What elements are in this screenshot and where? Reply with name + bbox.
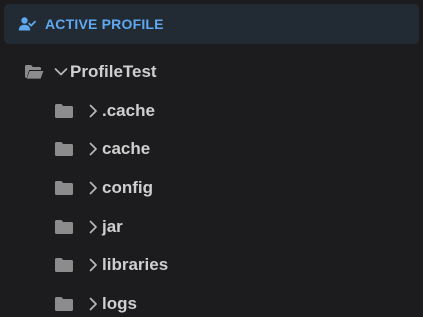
tree-item-label: logs: [102, 293, 137, 313]
tree-item-libraries[interactable]: libraries: [0, 246, 423, 285]
tree-item-cache[interactable]: cache: [0, 130, 423, 169]
chevron-right-icon[interactable]: [86, 104, 100, 118]
tree-item-label: libraries: [102, 255, 169, 275]
folder-icon: [54, 103, 74, 119]
tree-item-label: config: [102, 178, 153, 198]
tree-item-logs[interactable]: logs: [0, 285, 423, 317]
folder-icon: [54, 296, 74, 312]
tree-item-label: jar: [102, 216, 123, 236]
chevron-right-icon[interactable]: [86, 142, 100, 156]
tree-item-label: ProfileTest: [70, 62, 157, 82]
folder-icon: [54, 180, 74, 196]
folder-open-icon: [24, 64, 44, 80]
tree-item-label: .cache: [102, 100, 155, 120]
user-check-icon: [18, 15, 36, 33]
tree-item-jar[interactable]: jar: [0, 207, 423, 246]
tree-item-label: cache: [102, 139, 151, 159]
chevron-right-icon[interactable]: [86, 220, 100, 234]
file-tree: ProfileTest .cache cache config jar libr…: [0, 53, 423, 317]
chevron-right-icon[interactable]: [86, 258, 100, 272]
tree-item-dot-cache[interactable]: .cache: [0, 92, 423, 131]
header-title: ACTIVE PROFILE: [45, 16, 164, 32]
tree-item-config[interactable]: config: [0, 169, 423, 208]
chevron-right-icon[interactable]: [86, 181, 100, 195]
active-profile-panel: ACTIVE PROFILE ProfileTest .cache cache …: [0, 0, 423, 317]
folder-icon: [54, 257, 74, 273]
chevron-right-icon[interactable]: [86, 297, 100, 311]
active-profile-header[interactable]: ACTIVE PROFILE: [4, 4, 419, 44]
folder-icon: [54, 219, 74, 235]
tree-item-profiletest[interactable]: ProfileTest: [0, 53, 423, 92]
chevron-down-icon[interactable]: [54, 65, 68, 79]
folder-icon: [54, 141, 74, 157]
